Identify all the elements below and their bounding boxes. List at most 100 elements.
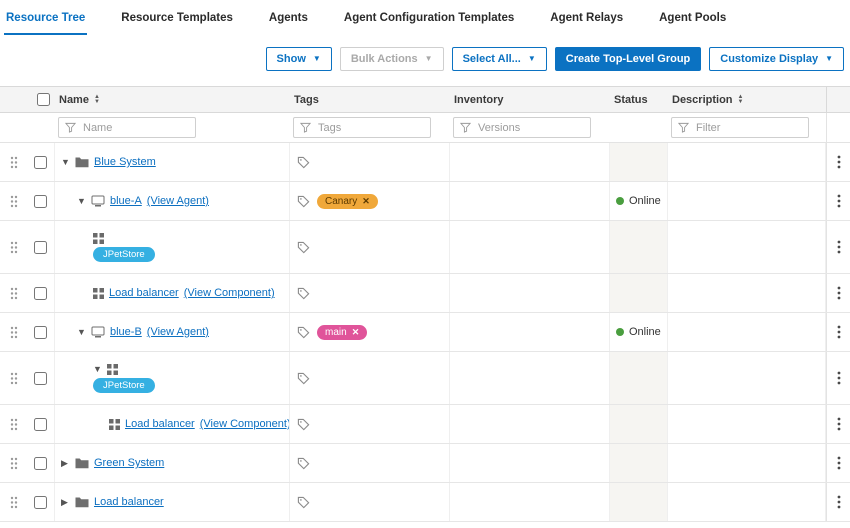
collapse-caret-icon[interactable]: ▼ (93, 364, 102, 374)
tags-filter-input[interactable] (316, 120, 416, 135)
row-menu-button[interactable] (826, 274, 850, 312)
inventory-filter[interactable] (453, 117, 591, 138)
collapse-caret-icon[interactable]: ▼ (77, 327, 86, 337)
drag-handle-icon[interactable] (0, 313, 27, 351)
table-row-jpetstore-1: JPetStore (0, 221, 850, 274)
drag-handle-icon[interactable] (0, 143, 27, 181)
tab-agent-configuration-templates[interactable]: Agent Configuration Templates (342, 12, 516, 35)
tag-icon[interactable] (297, 241, 310, 254)
collapse-caret-icon[interactable]: ▼ (61, 157, 70, 167)
name-cell: ▶ Load balancer (55, 483, 290, 521)
view-component-link[interactable]: (View Component) (200, 418, 289, 430)
tag-icon[interactable] (297, 326, 310, 339)
tab-agents[interactable]: Agents (267, 12, 310, 35)
expand-caret-icon[interactable]: ▶ (61, 497, 70, 508)
bulk-actions-button[interactable]: Bulk Actions ▼ (339, 47, 444, 71)
tag-icon[interactable] (297, 195, 310, 208)
row-checkbox[interactable] (34, 194, 47, 208)
tab-agent-relays[interactable]: Agent Relays (548, 12, 625, 35)
resource-group-link[interactable]: Blue System (94, 156, 156, 168)
tags-filter[interactable] (293, 117, 431, 138)
description-filter[interactable] (671, 117, 809, 138)
tag-icon[interactable] (297, 372, 310, 385)
tag-pill-canary: Canary ✕ (317, 193, 378, 209)
component-pill[interactable]: JPetStore (93, 246, 155, 262)
tag-icon[interactable] (297, 418, 310, 431)
tag-icon[interactable] (297, 287, 310, 300)
header-drag-spacer (0, 87, 27, 112)
name-filter-cell (55, 113, 290, 142)
select-all-checkbox[interactable] (36, 93, 50, 106)
select-all-button[interactable]: Select All... ▼ (451, 47, 547, 71)
create-top-level-group-button[interactable]: Create Top-Level Group (554, 47, 702, 71)
column-header-name[interactable]: Name ▲ ▼ (55, 87, 290, 112)
row-menu-button[interactable] (826, 313, 850, 351)
name-filter[interactable] (58, 117, 196, 138)
collapse-caret-icon[interactable]: ▼ (77, 196, 86, 206)
agent-icon (91, 326, 105, 338)
row-checkbox[interactable] (34, 417, 47, 431)
column-header-description[interactable]: Description ▲ ▼ (668, 87, 826, 112)
component-link[interactable]: Load balancer (125, 418, 195, 430)
drag-handle-icon[interactable] (0, 352, 27, 404)
sort-icon[interactable]: ▲ ▼ (738, 94, 744, 105)
tag-label: main (325, 326, 347, 338)
drag-handle-icon[interactable] (0, 483, 27, 521)
agent-link[interactable]: blue-A (110, 195, 142, 207)
tag-icon[interactable] (297, 156, 310, 169)
tab-resource-templates[interactable]: Resource Templates (119, 12, 235, 35)
component-link[interactable]: Load balancer (109, 287, 179, 299)
inventory-filter-input[interactable] (476, 120, 576, 135)
view-agent-link[interactable]: (View Agent) (147, 195, 209, 207)
drag-handle-icon[interactable] (0, 274, 27, 312)
row-checkbox[interactable] (34, 371, 47, 385)
customize-display-button[interactable]: Customize Display ▼ (709, 47, 844, 71)
folder-icon (75, 497, 89, 508)
column-header-inventory: Inventory (450, 87, 610, 112)
status-cell (610, 444, 668, 482)
tab-resource-tree[interactable]: Resource Tree (4, 12, 88, 35)
row-menu-button[interactable] (826, 143, 850, 181)
row-checkbox-cell (27, 221, 55, 273)
status-text: Online (629, 326, 661, 338)
resource-group-link[interactable]: Green System (94, 457, 164, 469)
tag-icon[interactable] (297, 496, 310, 509)
agent-icon (91, 195, 105, 207)
row-menu-button[interactable] (826, 221, 850, 273)
description-filter-input[interactable] (694, 120, 794, 135)
sort-icon[interactable]: ▲ ▼ (94, 94, 100, 105)
row-checkbox[interactable] (34, 456, 47, 470)
row-menu-button[interactable] (826, 182, 850, 220)
tag-icon[interactable] (297, 457, 310, 470)
row-menu-button[interactable] (826, 483, 850, 521)
row-checkbox[interactable] (34, 240, 47, 254)
row-menu-button[interactable] (826, 405, 850, 443)
row-menu-button[interactable] (826, 352, 850, 404)
row-checkbox[interactable] (34, 155, 47, 169)
drag-handle-icon[interactable] (0, 182, 27, 220)
drag-handle-icon[interactable] (0, 444, 27, 482)
resource-group-link[interactable]: Load balancer (94, 496, 164, 508)
chevron-down-icon: ▼ (424, 54, 433, 63)
row-checkbox[interactable] (34, 325, 47, 339)
drag-handle-icon[interactable] (0, 221, 27, 273)
table-row-blue-system: ▼ Blue System (0, 143, 850, 182)
row-checkbox[interactable] (34, 495, 47, 509)
view-agent-link[interactable]: (View Agent) (147, 326, 209, 338)
row-menu-button[interactable] (826, 444, 850, 482)
remove-tag-icon[interactable]: ✕ (362, 196, 370, 207)
table-row-load-balancer-1: Load balancer (View Component) (0, 274, 850, 313)
row-checkbox[interactable] (34, 286, 47, 300)
component-icon (109, 418, 120, 430)
remove-tag-icon[interactable]: ✕ (352, 327, 360, 338)
component-pill[interactable]: JPetStore (93, 377, 155, 393)
status-cell (610, 483, 668, 521)
status-column-label: Status (614, 93, 648, 106)
expand-caret-icon[interactable]: ▶ (61, 458, 70, 469)
show-button[interactable]: Show ▼ (265, 47, 332, 71)
agent-link[interactable]: blue-B (110, 326, 142, 338)
tab-agent-pools[interactable]: Agent Pools (657, 12, 728, 35)
name-filter-input[interactable] (81, 120, 181, 135)
drag-handle-icon[interactable] (0, 405, 27, 443)
view-component-link[interactable]: (View Component) (184, 287, 275, 299)
